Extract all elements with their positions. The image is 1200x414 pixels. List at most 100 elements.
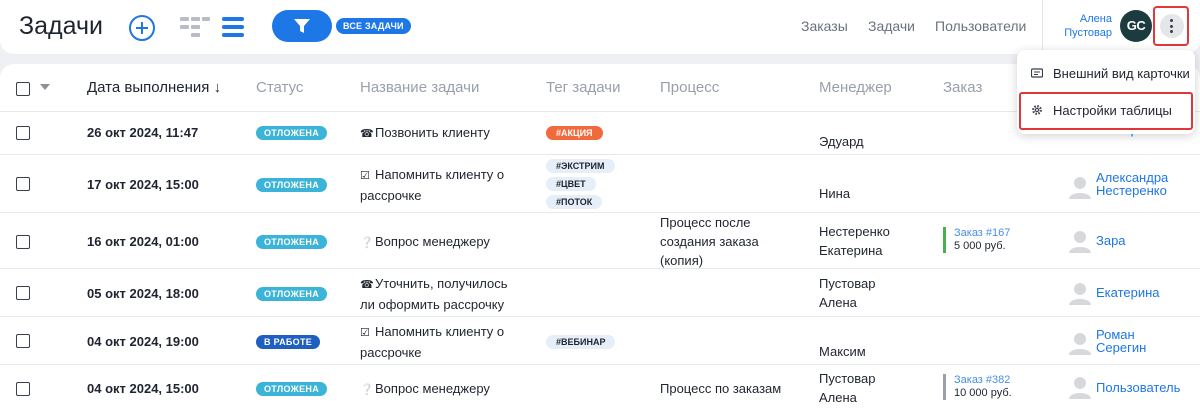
- row-checkbox[interactable]: [16, 286, 30, 300]
- phone-icon: ☎: [360, 128, 374, 140]
- row-checkbox[interactable]: [16, 235, 30, 249]
- status-badge: ОТЛОЖЕНА: [256, 382, 328, 396]
- filter-chip[interactable]: ВСЕ ЗАДАЧИ: [336, 18, 411, 34]
- select-all-checkbox[interactable]: [16, 82, 30, 96]
- tag-list: #ВЕБИНАР: [546, 335, 616, 353]
- chevron-down-icon[interactable]: [40, 84, 50, 90]
- assignee-name: Екатерина: [1096, 285, 1160, 300]
- task-label: Напомнить клиенту о рассрочке: [360, 167, 505, 203]
- task-label: Вопрос менеджеру: [375, 234, 490, 249]
- status-badge: ОТЛОЖЕНА: [256, 287, 328, 301]
- column-manager[interactable]: Менеджер: [819, 79, 892, 96]
- menu-item-table-settings[interactable]: Настройки таблицы: [1019, 92, 1193, 130]
- manager-cell: Нина: [819, 186, 851, 201]
- manager-cell: Максим: [819, 344, 866, 359]
- assignee-name: Александра Нестеренко: [1096, 170, 1169, 198]
- task-name[interactable]: ❔Вопрос менеджеру: [360, 379, 520, 400]
- assignee-name: Роман Серегин: [1096, 327, 1147, 355]
- tag-badge[interactable]: #ЦВЕТ: [546, 177, 596, 191]
- task-label: Уточнить, получилось ли оформить рассроч…: [360, 276, 508, 312]
- options-menu: Внешний вид карточки Настройки таблицы: [1017, 50, 1195, 134]
- date-cell: 16 окт 2024, 01:00: [87, 234, 199, 249]
- date-cell: 04 окт 2024, 19:00: [87, 334, 199, 349]
- manager-cell: Нестеренко Екатерина: [819, 224, 890, 258]
- manager-cell: Эдуард: [819, 134, 864, 149]
- column-process[interactable]: Процесс: [660, 79, 719, 96]
- question-icon: ❔: [360, 384, 374, 396]
- user-silhouette-icon: [1069, 231, 1091, 253]
- nav-tasks[interactable]: Задачи: [868, 18, 915, 34]
- board-view-icon[interactable]: [180, 17, 210, 37]
- user-first-name: Алена: [1079, 13, 1112, 25]
- date-cell: 26 окт 2024, 11:47: [87, 125, 199, 140]
- checkbox-icon: ☑: [360, 327, 370, 339]
- row-checkbox[interactable]: [16, 334, 30, 348]
- date-cell: 17 окт 2024, 15:00: [87, 177, 199, 192]
- task-name[interactable]: ☎Позвонить клиенту: [360, 123, 520, 144]
- table-row[interactable]: 04 окт 2024, 19:00 В РАБОТЕ ☑ Напомнить к…: [0, 317, 1200, 365]
- row-checkbox[interactable]: [16, 382, 30, 396]
- order-info[interactable]: Заказ #167 5 000 руб.: [943, 227, 1010, 253]
- page-title: Задачи: [19, 12, 103, 40]
- process-cell: Процесс после создания заказа (копия): [660, 215, 759, 268]
- menu-item-label: Настройки таблицы: [1053, 103, 1172, 118]
- top-bar: Задачи ВСЕ ЗАДАЧИ Заказы Задачи Пользова…: [0, 0, 1200, 54]
- order-sum: 10 000 руб.: [954, 387, 1012, 399]
- order-sum: 5 000 руб.: [954, 240, 1006, 252]
- order-info[interactable]: Заказ #382 10 000 руб.: [943, 374, 1012, 400]
- kebab-icon: [1160, 14, 1184, 38]
- user-name[interactable]: Алена Пустовар: [1032, 12, 1112, 40]
- status-badge: ОТЛОЖЕНА: [256, 126, 328, 140]
- add-task-button[interactable]: [129, 15, 155, 41]
- row-checkbox[interactable]: [16, 177, 30, 191]
- tag-badge[interactable]: #АКЦИЯ: [546, 126, 603, 140]
- table-row[interactable]: 04 окт 2024, 15:00 ОТЛОЖЕНА ❔Вопрос мене…: [0, 365, 1200, 414]
- date-cell: 04 окт 2024, 15:00: [87, 381, 199, 396]
- assignee-name: Пользователь: [1096, 380, 1181, 395]
- tag-badge[interactable]: #ВЕБИНАР: [546, 335, 616, 349]
- user-last-name: Пустовар: [1064, 27, 1112, 39]
- order-link[interactable]: Заказ #167: [954, 227, 1010, 240]
- list-view-icon[interactable]: [222, 17, 244, 37]
- order-link[interactable]: Заказ #382: [954, 374, 1012, 387]
- column-status[interactable]: Статус: [256, 79, 303, 96]
- more-options-button[interactable]: [1153, 6, 1189, 46]
- sort-arrow-icon: ↓: [213, 79, 222, 96]
- tag-list: #АКЦИЯ: [546, 126, 603, 144]
- tag-badge[interactable]: #ПОТОК: [546, 195, 603, 209]
- avatar[interactable]: GC: [1120, 10, 1152, 42]
- nav-orders[interactable]: Заказы: [801, 18, 848, 34]
- user-silhouette-icon: [1069, 283, 1091, 305]
- task-name[interactable]: ☑ Напомнить клиенту о рассрочке: [360, 165, 520, 205]
- column-date[interactable]: Дата выполнения ↓: [87, 79, 221, 96]
- manager-cell: Пустовар Алена: [819, 276, 876, 310]
- task-label: Напомнить клиенту о рассрочке: [360, 324, 505, 360]
- row-checkbox[interactable]: [16, 126, 30, 140]
- task-label: Вопрос менеджеру: [375, 381, 490, 396]
- task-name[interactable]: ☑ Напомнить клиенту о рассрочке: [360, 322, 520, 362]
- user-silhouette-icon: [1069, 333, 1091, 355]
- column-tag[interactable]: Тег задачи: [546, 79, 620, 96]
- column-task-name[interactable]: Название задачи: [360, 79, 479, 96]
- assignee-name: Зара: [1096, 233, 1126, 248]
- status-badge: В РАБОТЕ: [256, 335, 321, 349]
- menu-item-card-view[interactable]: Внешний вид карточки: [1019, 56, 1193, 92]
- table-row[interactable]: 17 окт 2024, 15:00 ОТЛОЖЕНА ☑ Напомнить к…: [0, 155, 1200, 213]
- nav-users[interactable]: Пользователи: [935, 18, 1026, 34]
- filter-button[interactable]: [272, 10, 332, 42]
- tag-badge[interactable]: #ЭКСТРИМ: [546, 159, 615, 173]
- status-badge: ОТЛОЖЕНА: [256, 235, 328, 249]
- phone-icon: ☎: [360, 279, 374, 291]
- filter-icon: [294, 19, 310, 33]
- task-name[interactable]: ☎Уточнить, получилось ли оформить рассро…: [360, 274, 520, 314]
- gear-icon: [1032, 105, 1042, 115]
- date-cell: 05 окт 2024, 18:00: [87, 286, 199, 301]
- table-row[interactable]: 16 окт 2024, 01:00 ОТЛОЖЕНА ❔Вопрос мене…: [0, 213, 1200, 269]
- menu-item-label: Внешний вид карточки: [1053, 66, 1190, 81]
- task-name[interactable]: ❔Вопрос менеджеру: [360, 232, 520, 253]
- column-order[interactable]: Заказ: [943, 79, 982, 96]
- task-label: Позвонить клиенту: [375, 125, 490, 140]
- question-icon: ❔: [360, 237, 374, 249]
- table-row[interactable]: 05 окт 2024, 18:00 ОТЛОЖЕНА ☎Уточнить, п…: [0, 269, 1200, 317]
- tag-list: #ЭКСТРИМ #ЦВЕТ #ПОТОК: [546, 159, 615, 213]
